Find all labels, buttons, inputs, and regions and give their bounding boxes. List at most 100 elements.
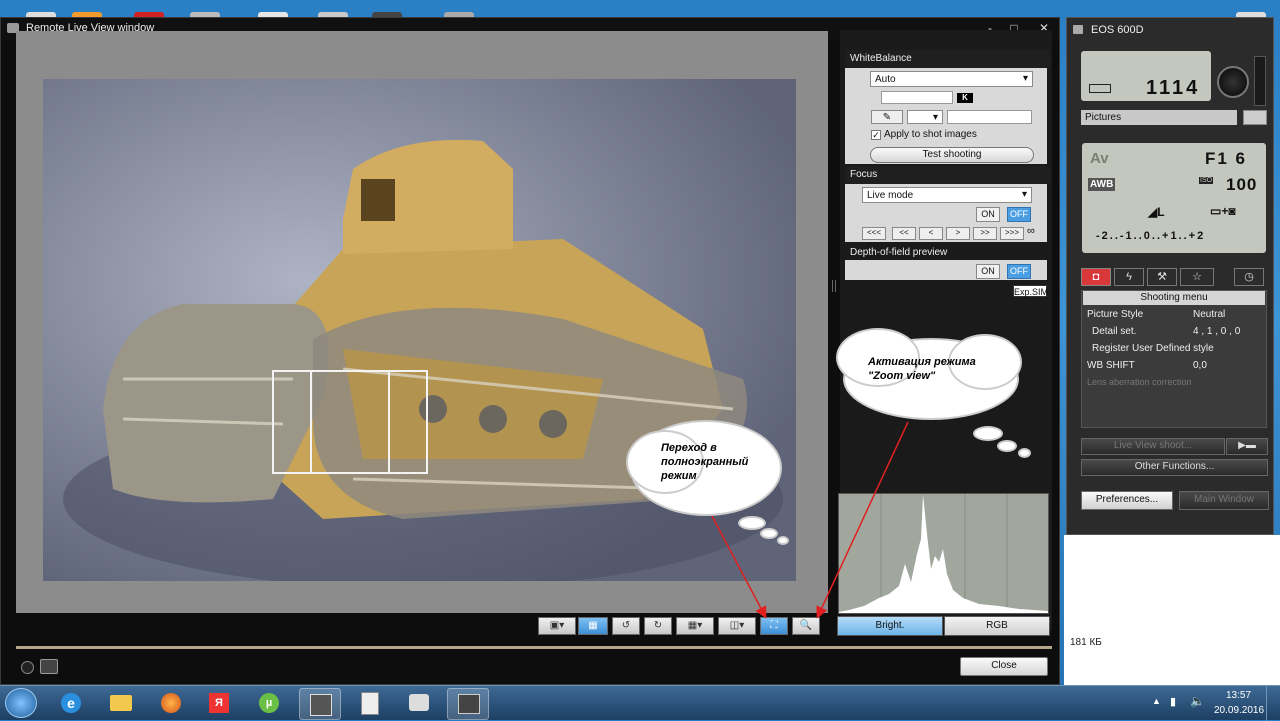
- zoom-bubble-2: [999, 442, 1015, 450]
- zoom-view-button[interactable]: 🔍: [792, 617, 820, 635]
- zoom-bubble-3: [1020, 450, 1029, 456]
- taskbar-explorer-icon[interactable]: [101, 688, 141, 718]
- bottom-bar: [16, 646, 1052, 649]
- focus-mode-select[interactable]: Live mode: [862, 187, 1032, 203]
- menu-item-label[interactable]: Register User Defined style: [1092, 343, 1214, 354]
- rotate-left-button[interactable]: ↺: [612, 617, 640, 635]
- network-icon[interactable]: ▮: [1170, 695, 1176, 708]
- tab-bright[interactable]: Bright.: [837, 616, 943, 636]
- exposure-scale: -2..-1..0..+1..+2: [1096, 230, 1206, 242]
- show-desktop-button[interactable]: [1266, 686, 1280, 721]
- zoom-callout-text: Активация режима "Zoom view": [868, 356, 976, 382]
- focus-far-3-button[interactable]: <<<: [862, 227, 886, 240]
- tab-rgb[interactable]: RGB: [944, 616, 1050, 636]
- af-mf-switch[interactable]: [1254, 56, 1266, 106]
- histogram: [838, 493, 1049, 614]
- grid-lines-button[interactable]: ▦▾: [676, 617, 714, 635]
- explorer-panel: [1064, 535, 1280, 685]
- menu-item-value: Neutral: [1193, 309, 1226, 320]
- focus-on-button[interactable]: ON: [976, 207, 1000, 222]
- menu-item-label[interactable]: Detail set.: [1092, 326, 1136, 337]
- eyedropper-button[interactable]: ✎: [871, 110, 903, 124]
- shots-remaining: 1114: [1146, 77, 1201, 99]
- focus-title: Focus: [846, 166, 1050, 185]
- tab-flash-icon[interactable]: ϟ: [1114, 268, 1144, 286]
- menu-item-label[interactable]: Picture Style: [1087, 309, 1143, 320]
- tray-time[interactable]: 13:57: [1226, 690, 1251, 701]
- tab-timer-icon[interactable]: ◷: [1234, 268, 1264, 286]
- whitebalance-title: WhiteBalance: [846, 50, 1050, 69]
- layout-view-button[interactable]: ▣▾: [538, 617, 576, 635]
- kelvin-input[interactable]: [881, 91, 953, 104]
- apply-label: Apply to shot images: [884, 129, 977, 140]
- preferences-button[interactable]: Preferences...: [1081, 491, 1173, 510]
- infinity-icon: ∞: [1027, 225, 1035, 237]
- main-window-button: Main Window: [1179, 491, 1269, 510]
- test-shooting-button[interactable]: Test shooting: [870, 147, 1034, 163]
- menu-item-value: 0,0: [1193, 360, 1207, 371]
- zoom-bubble-1: [975, 428, 1001, 439]
- taskbar-document-icon[interactable]: [349, 688, 389, 718]
- menu-item-value: 4 , 1 , 0 , 0: [1193, 326, 1241, 337]
- taskbar-firefox-icon[interactable]: [151, 688, 191, 718]
- focus-near-2-button[interactable]: >>: [973, 227, 997, 240]
- camera-title: EOS 600D: [1091, 24, 1144, 36]
- tab-tools-icon[interactable]: ⚒: [1147, 268, 1177, 286]
- folder-field: Pictures: [1081, 110, 1237, 125]
- taskbar-liveview-icon[interactable]: [447, 688, 489, 720]
- tab-mymenu-icon[interactable]: ☆: [1180, 268, 1214, 286]
- taskbar-ie-icon[interactable]: e: [51, 688, 91, 718]
- taskbar-yandex-icon[interactable]: Я: [199, 688, 239, 718]
- histogram-graph: [839, 494, 1048, 613]
- movie-button[interactable]: ▶▬: [1226, 438, 1268, 455]
- aperture-value[interactable]: F1 6: [1205, 149, 1247, 169]
- fullscreen-button[interactable]: ⛶: [760, 617, 788, 635]
- battery-icon: [1089, 84, 1111, 93]
- menu-item-label[interactable]: WB SHIFT: [1087, 360, 1135, 371]
- menu-item-label: Lens aberration correction: [1087, 377, 1192, 387]
- aspect-ratio-button[interactable]: ◫▾: [718, 617, 756, 635]
- other-functions-button[interactable]: Other Functions...: [1081, 459, 1268, 476]
- focus-frame[interactable]: [310, 370, 428, 474]
- tray-date[interactable]: 20.09.2016: [1214, 705, 1264, 716]
- record-icon[interactable]: [21, 661, 34, 674]
- shoot-mode[interactable]: Av: [1090, 150, 1109, 167]
- tray-chevron-icon[interactable]: ▲: [1152, 696, 1161, 706]
- camera-app-icon: [1073, 25, 1083, 34]
- drive-mode-icon[interactable]: ▭+◙: [1210, 204, 1256, 220]
- iso-label: ISO: [1199, 177, 1214, 184]
- apply-checkbox[interactable]: ✓: [871, 130, 881, 140]
- focus-far-1-button[interactable]: <: [919, 227, 943, 240]
- focus-far-2-button[interactable]: <<: [892, 227, 916, 240]
- dof-off-button[interactable]: OFF: [1007, 264, 1031, 279]
- wb-value-field[interactable]: [947, 110, 1032, 124]
- live-view-shoot-button: Live View shoot...: [1081, 438, 1225, 455]
- wb-preset-select[interactable]: [907, 110, 943, 124]
- focus-near-1-button[interactable]: >: [946, 227, 970, 240]
- tab-shooting-icon[interactable]: ◘: [1081, 268, 1111, 286]
- focus-near-3-button[interactable]: >>>: [1000, 227, 1024, 240]
- wb-mode-select[interactable]: Auto: [870, 71, 1033, 87]
- focus-off-button[interactable]: OFF: [1007, 207, 1031, 222]
- kelvin-label: K: [957, 93, 973, 103]
- close-button[interactable]: Close: [960, 657, 1048, 676]
- rotate-right-button[interactable]: ↻: [644, 617, 672, 635]
- camera-settings-icon[interactable]: [40, 659, 58, 674]
- volume-icon[interactable]: 🔈: [1190, 694, 1205, 708]
- taskbar-utorrent-icon[interactable]: µ: [249, 688, 289, 718]
- fullscreen-bubble-3: [779, 538, 787, 543]
- wb-indicator[interactable]: AWB: [1088, 178, 1116, 191]
- fullscreen-bubble-2: [762, 530, 776, 537]
- taskbar: e Я µ ▲ ▮ 🔈 13:57 20.09.2016: [0, 685, 1280, 721]
- panel-splitter[interactable]: [832, 280, 836, 292]
- iso-value[interactable]: 100: [1226, 175, 1257, 195]
- dof-on-button[interactable]: ON: [976, 264, 1000, 279]
- image-quality[interactable]: ◢L: [1148, 205, 1165, 219]
- taskbar-eos-icon[interactable]: [399, 688, 439, 718]
- folder-menu-button[interactable]: [1243, 110, 1267, 125]
- taskbar-camera-utility-icon[interactable]: [299, 688, 341, 720]
- fullscreen-bubble-1: [740, 518, 764, 528]
- mode-dial[interactable]: [1217, 66, 1249, 98]
- start-button[interactable]: [5, 688, 37, 718]
- grid-toggle-button[interactable]: ▦: [578, 617, 608, 635]
